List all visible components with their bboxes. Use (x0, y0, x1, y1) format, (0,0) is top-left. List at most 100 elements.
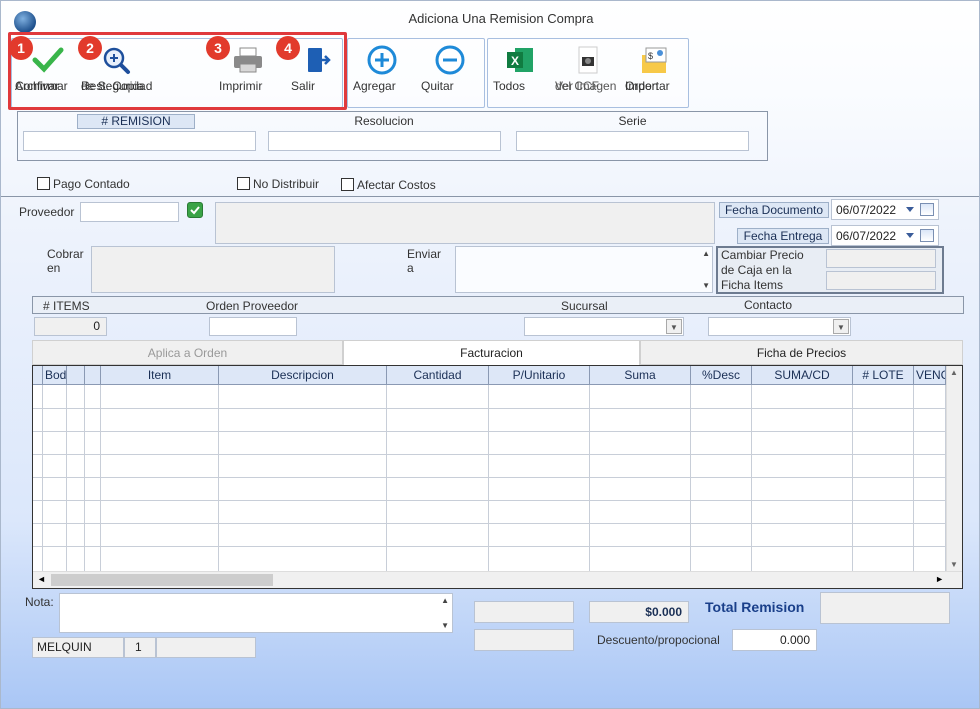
scroll-up-icon[interactable]: ▲ (441, 596, 449, 605)
subtotal-field (474, 601, 574, 623)
grid-header-desc[interactable]: %Desc (691, 366, 752, 385)
remove-label: Quitar (421, 79, 454, 93)
grid-col (489, 385, 590, 571)
scroll-down-icon[interactable]: ▼ (702, 281, 710, 290)
camera-document-icon (578, 46, 598, 74)
proveedor-input[interactable] (80, 202, 179, 222)
afectar-costos-checkbox[interactable] (341, 178, 354, 191)
excel-icon: X (507, 48, 533, 72)
scroll-right-icon[interactable]: ► (935, 574, 944, 584)
nota-textarea[interactable]: ▲ ▼ (59, 593, 453, 633)
grid-header-c2[interactable] (67, 366, 85, 385)
chevron-down-icon[interactable]: ▼ (833, 319, 849, 334)
pago-contado-label: Pago Contado (53, 177, 130, 191)
grid-vertical-scrollbar[interactable]: ▲ ▼ (946, 366, 962, 571)
items-label: # ITEMS (43, 299, 90, 313)
tab-aplica-orden[interactable]: Aplica a Orden (32, 340, 343, 365)
scroll-left-icon[interactable]: ◄ (37, 574, 46, 584)
grid-header-cantidad[interactable]: Cantidad (387, 366, 489, 385)
svg-text:$: $ (648, 51, 653, 61)
resolucion-input[interactable] (268, 131, 501, 151)
scroll-up-icon[interactable]: ▲ (702, 249, 710, 258)
cobrar-label-1: Cobrar (47, 247, 84, 261)
remove-line-button[interactable]: Quitar (421, 45, 479, 93)
total-remision-field (820, 592, 950, 624)
badge-3: 3 (206, 36, 230, 60)
total-amount: $0.000 (589, 601, 689, 623)
grid-col (914, 385, 946, 571)
grid-header-descripcion[interactable]: Descripcion (219, 366, 387, 385)
grid-header-sumacd[interactable]: SUMA/CD (752, 366, 853, 385)
cambiar-precio-input-1[interactable] (826, 249, 936, 268)
chevron-down-icon[interactable] (906, 207, 914, 212)
fecha-entrega-picker[interactable]: 06/07/2022 (831, 225, 939, 246)
table-row (33, 546, 945, 547)
fecha-entrega-value: 06/07/2022 (836, 229, 897, 243)
remision-label: # REMISION (77, 114, 195, 129)
grid-col (590, 385, 691, 571)
grid-col (387, 385, 489, 571)
scroll-down-icon[interactable]: ▼ (950, 560, 958, 569)
view-ccf-image-button[interactable]: Ver Imagen del CCF (555, 45, 619, 93)
grid-header-suma[interactable]: Suma (590, 366, 691, 385)
pago-contado-checkbox[interactable] (37, 177, 50, 190)
cobrar-en-field (91, 246, 335, 293)
grid-header-punitario[interactable]: P/Unitario (489, 366, 590, 385)
export-excel-button[interactable]: X Todos (493, 45, 547, 93)
svg-text:X: X (511, 54, 519, 68)
remision-input[interactable] (23, 131, 256, 151)
tab-bar: Aplica a Orden Facturacion Ficha de Prec… (32, 340, 963, 365)
contacto-select[interactable]: ▼ (708, 317, 851, 336)
enviar-label-1: Enviar (407, 247, 442, 261)
excel-label: Todos (493, 79, 526, 93)
validate-proveedor-icon[interactable] (187, 202, 203, 218)
chevron-down-icon[interactable]: ▼ (666, 319, 682, 334)
app-window: Adiciona Una Remision Compra Confirmar A… (0, 0, 980, 709)
no-distribuir-checkbox[interactable] (237, 177, 250, 190)
add-line-button[interactable]: Agregar (353, 45, 411, 93)
badge-2: 2 (78, 36, 102, 60)
sucursal-select[interactable]: ▼ (524, 317, 684, 336)
grid-header-c3[interactable] (85, 366, 101, 385)
grid-header-selector (33, 366, 43, 385)
grid-horizontal-scrollbar[interactable]: ◄ ► (33, 571, 962, 588)
table-row (33, 500, 945, 501)
serie-input[interactable] (516, 131, 749, 151)
window-title: Adiciona Una Remision Compra (408, 11, 594, 26)
grid-col (33, 385, 43, 571)
tab-facturacion[interactable]: Facturacion (343, 340, 640, 365)
cambiar-precio-input-2[interactable] (826, 271, 936, 290)
enviar-a-textarea[interactable]: ▲ ▼ (455, 246, 713, 293)
grid-col (853, 385, 914, 571)
fecha-documento-picker[interactable]: 06/07/2022 (831, 199, 939, 220)
subtotal-field-2 (474, 629, 574, 651)
cambiar-precio-label: Cambiar Precio de Caja en la Ficha Items (721, 248, 804, 293)
grid-col (43, 385, 67, 571)
items-grid[interactable]: Bodega Item Descripcion Cantidad P/Unita… (32, 365, 963, 589)
proveedor-label: Proveedor (19, 205, 75, 219)
table-row (33, 477, 945, 478)
orden-proveedor-input[interactable] (209, 317, 297, 336)
divider (1, 196, 979, 197)
scroll-thumb[interactable] (51, 574, 273, 586)
fecha-entrega-label: Fecha Entrega (737, 228, 829, 244)
grid-col (85, 385, 101, 571)
grid-header-lote[interactable]: # LOTE (853, 366, 914, 385)
import-order-button[interactable]: $ Importar Orden (625, 45, 685, 93)
ccf-label-2: del CCF (555, 79, 600, 93)
grid-header-item[interactable]: Item (101, 366, 219, 385)
calendar-icon[interactable] (920, 203, 934, 216)
descuento-input[interactable]: 0.000 (732, 629, 817, 651)
chevron-down-icon[interactable] (906, 233, 914, 238)
cambiar-precio-label-1: Cambiar Precio (721, 248, 804, 262)
grid-header-bodega[interactable]: Bodega (43, 366, 67, 385)
minus-circle-icon (435, 45, 465, 75)
calendar-icon[interactable] (920, 229, 934, 242)
table-row (33, 523, 945, 524)
descuento-label: Descuento/propocional (597, 633, 720, 647)
grid-header-venc[interactable]: VENC (914, 366, 946, 385)
cambiar-precio-label-3: Ficha Items (721, 278, 784, 292)
scroll-up-icon[interactable]: ▲ (950, 368, 958, 377)
tab-ficha-precios[interactable]: Ficha de Precios (640, 340, 963, 365)
scroll-down-icon[interactable]: ▼ (441, 621, 449, 630)
